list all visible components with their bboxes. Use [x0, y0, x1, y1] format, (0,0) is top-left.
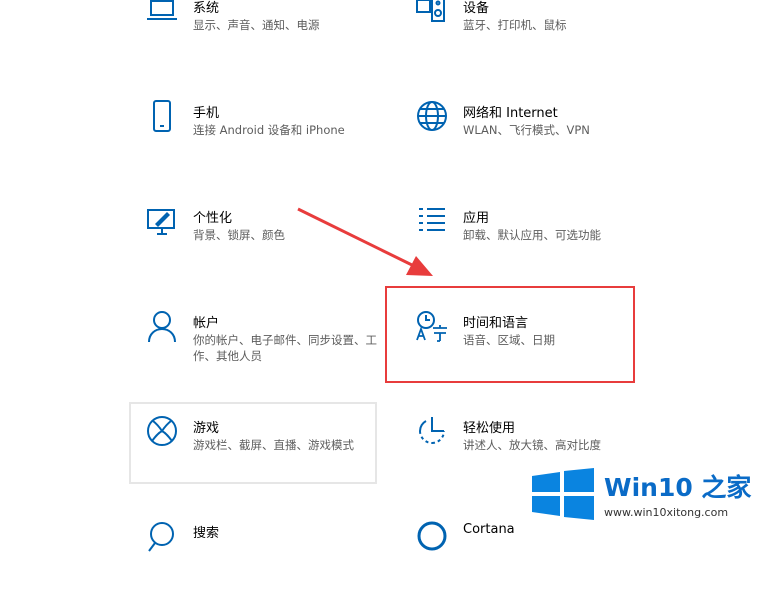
tile-network[interactable]: 网络和 Internet WLAN、飞行模式、VPN: [415, 99, 660, 179]
tile-description: 你的帐户、电子邮件、同步设置、工作、其他人员: [193, 333, 377, 363]
tile-apps[interactable]: 应用 卸载、默认应用、可选功能: [415, 204, 660, 284]
ease-of-access-icon: [415, 414, 449, 448]
tile-title: Cortana: [463, 522, 515, 537]
tile-title: 帐户: [193, 316, 220, 331]
tile-title: 系统: [193, 1, 220, 16]
globe-icon: [415, 99, 449, 133]
search-icon: [145, 519, 179, 553]
watermark-title: Win10 之家: [604, 473, 752, 502]
paint-monitor-icon: [145, 204, 179, 238]
tile-title: 个性化: [193, 211, 233, 226]
tile-cortana[interactable]: Cortana: [415, 519, 660, 599]
tile-devices[interactable]: 设备 蓝牙、打印机、鼠标: [415, 0, 660, 74]
tile-title: 设备: [463, 1, 490, 16]
highlight-box: [385, 286, 635, 383]
person-icon: [145, 309, 179, 343]
tile-description: 卸载、默认应用、可选功能: [463, 228, 601, 242]
watermark-url: www.win10xitong.com: [604, 506, 729, 519]
cortana-icon: [415, 519, 449, 553]
tile-personalization[interactable]: 个性化 背景、锁屏、颜色: [145, 204, 390, 284]
tile-description: WLAN、飞行模式、VPN: [463, 123, 590, 137]
tile-system[interactable]: 系统 显示、声音、通知、电源: [145, 0, 390, 74]
tile-search[interactable]: 搜索: [145, 519, 390, 599]
tile-description: 背景、锁屏、颜色: [193, 228, 285, 242]
tile-title: 应用: [463, 211, 490, 226]
keyboard-speaker-icon: [415, 0, 449, 28]
tile-phone[interactable]: 手机 连接 Android 设备和 iPhone: [145, 99, 390, 179]
tile-description: 连接 Android 设备和 iPhone: [193, 123, 345, 137]
tile-description: 显示、声音、通知、电源: [193, 18, 320, 32]
tile-title: 网络和 Internet: [463, 106, 558, 121]
watermark: Win10 之家 www.win10xitong.com: [526, 462, 760, 526]
list-icon: [415, 204, 449, 238]
windows-logo-icon: [532, 468, 594, 520]
tile-description: 讲述人、放大镜、高对比度: [463, 438, 601, 452]
tile-title: 搜索: [193, 526, 220, 541]
tile-title: 手机: [193, 106, 220, 121]
laptop-icon: [145, 0, 179, 28]
tile-description: 蓝牙、打印机、鼠标: [463, 18, 567, 32]
phone-icon: [145, 99, 179, 133]
tile-title: 轻松使用: [463, 421, 516, 436]
tile-accounts[interactable]: 帐户 你的帐户、电子邮件、同步设置、工作、其他人员: [145, 309, 390, 389]
hover-outline: [129, 402, 377, 484]
